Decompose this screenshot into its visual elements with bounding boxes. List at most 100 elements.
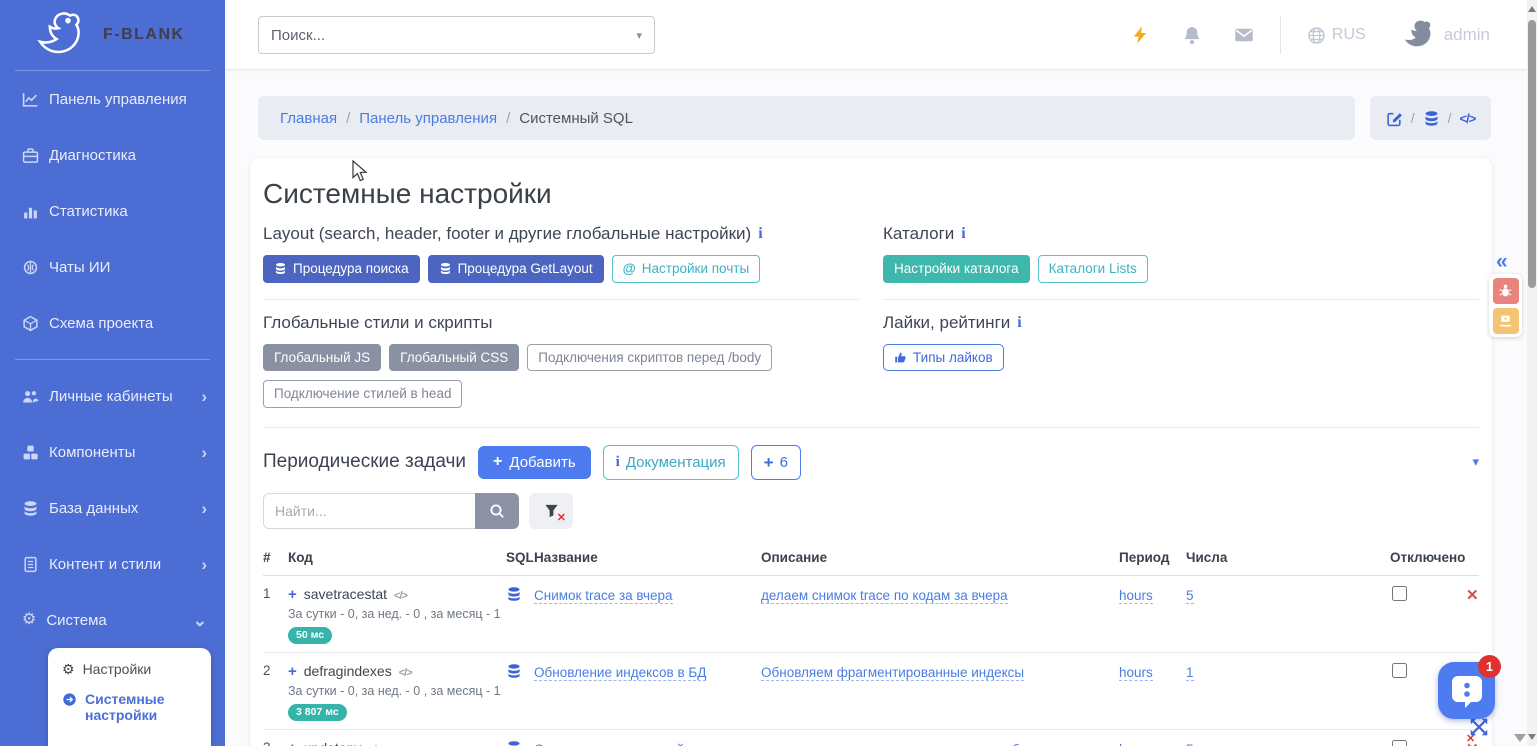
scripts-before-body-button[interactable]: Подключения скриптов перед /body [527,343,773,372]
submenu-item-settings[interactable]: ⚙ Настройки [62,661,197,678]
task-disabled-checkbox[interactable] [1392,585,1407,601]
sidebar-item-system[interactable]: ⚙ Система ⌄ [0,592,225,648]
task-code[interactable]: updatepv [304,740,362,746]
chat-widget-button[interactable]: 1 [1438,655,1501,719]
debug-bug-button[interactable] [1492,277,1519,304]
task-code[interactable]: savetracestat [304,586,387,602]
add-more-button[interactable]: + 6 [750,444,801,480]
row-number: 1 [263,585,271,601]
page-scrollbar[interactable] [1527,0,1537,746]
task-name-link[interactable]: Обновление индексов в БД [534,664,707,681]
global-search-select[interactable]: Поиск... ▾ [258,16,655,54]
sidebar-item-project-schema[interactable]: Схема проекта [0,295,225,351]
breadcrumb-dashboard-link[interactable]: Панель управления [359,110,497,127]
sidebar-item-content-styles[interactable]: Контент и стили › [0,536,225,592]
messages-envelope-icon[interactable] [1234,25,1254,45]
breadcrumb-home-link[interactable]: Главная [280,110,337,127]
col-disabled: Отключено [1390,549,1466,565]
sidebar-item-components[interactable]: Компоненты › [0,424,225,480]
task-desc-link[interactable]: сохраняем посещния pv в отдельную таблиц… [761,741,1089,746]
col-count: Числа [1186,549,1228,565]
language-selector[interactable]: RUS [1307,26,1366,45]
brand-header[interactable]: F-BLANK [0,0,225,70]
briefcase-icon [22,147,39,164]
code-page-icon[interactable]: </> [1459,111,1476,126]
sidebar-item-diagnostics[interactable]: Диагностика [0,127,225,183]
select-caret-icon: ▾ [636,29,642,42]
scrollbar-thumb[interactable] [1528,20,1536,288]
task-name-link[interactable]: Сохранение посещений в as_pv [534,741,735,746]
edit-page-icon[interactable] [1386,110,1403,127]
task-count-link[interactable]: 1 [1186,664,1194,681]
catalogs-section: Каталоги i Настройки каталога Каталоги L… [883,224,1479,408]
user-menu[interactable]: admin [1400,17,1490,53]
info-icon[interactable]: i [758,225,762,243]
catalog-lists-button[interactable]: Каталоги Lists [1037,255,1148,283]
sidebar-item-database[interactable]: База данных › [0,480,225,536]
code-icon[interactable]: </> [399,667,413,679]
clear-filter-button[interactable]: ✕ [529,492,573,529]
table-header: # Код SQL Название Описание Период Числа… [263,544,1479,576]
catalog-settings-button[interactable]: Настройки каталога [883,255,1030,283]
system-submenu: ⚙ Настройки Системные настройки [48,648,211,746]
sidebar-item-statistics[interactable]: Статистика [0,183,225,239]
row-number: 3 [263,740,288,746]
search-procedure-button[interactable]: Процедура поиска [263,255,420,283]
task-period-link[interactable]: hours [1119,664,1153,681]
database-page-icon[interactable] [1423,110,1440,127]
col-num: # [263,549,271,565]
search-icon [489,503,505,519]
tasks-header: Периодические задачи + Добавить i Докуме… [263,444,1479,480]
global-css-button[interactable]: Глобальный CSS [389,343,520,372]
sql-icon[interactable] [506,586,522,602]
styles-in-head-button[interactable]: Подключение стилей в head [263,380,463,408]
task-count-link[interactable]: 5 [1186,741,1194,746]
task-desc-link[interactable]: Обновляем фрагментированные индексы [761,664,1025,681]
info-icon[interactable]: i [961,225,965,243]
notifications-bell-icon[interactable] [1182,25,1202,45]
documentation-button[interactable]: i Документация [602,444,739,480]
sidebar-item-ai-chats[interactable]: Чаты ИИ [0,239,225,295]
task-period-link[interactable]: hours [1119,587,1153,604]
console-laptop-button[interactable] [1492,307,1519,334]
task-count-link[interactable]: 5 [1186,587,1194,604]
delete-task-button[interactable]: ✕ [1466,587,1479,604]
tasks-search-input[interactable] [263,492,475,529]
task-disabled-checkbox[interactable] [1392,662,1407,678]
getlayout-procedure-button[interactable]: Процедура GetLayout [427,255,604,283]
button-label: Документация [625,453,726,471]
sidebar-item-personal-accounts[interactable]: Личные кабинеты › [0,368,225,424]
mail-settings-button[interactable]: @ Настройки почты [611,255,761,283]
task-code[interactable]: defragindexes [304,663,392,679]
sidebar-item-label: Чаты ИИ [49,258,111,276]
close-expand-x-icon: ✕ [1466,733,1476,745]
topbar-divider [1279,16,1281,54]
task-period-link[interactable]: hours [1119,741,1153,746]
task-desc-link[interactable]: делаем снимок trace по кодам за вчера [761,587,1008,604]
add-task-button[interactable]: + Добавить [478,445,591,479]
like-types-button[interactable]: Типы лайков [883,343,1004,372]
sql-icon[interactable] [506,740,522,746]
info-icon[interactable]: i [1017,314,1021,332]
task-disabled-checkbox[interactable] [1392,739,1407,746]
plus-icon[interactable]: + [288,586,297,603]
task-name-link[interactable]: Снимок trace за вчера [534,587,673,604]
scroll-up-arrow[interactable] [1528,6,1536,12]
code-icon[interactable]: </> [394,590,408,602]
scroll-down-arrow[interactable] [1528,734,1536,740]
col-code: Код [288,549,313,565]
sql-icon[interactable] [506,663,522,679]
expand-table-control[interactable]: ✕ [1466,716,1492,745]
collapse-section-caret[interactable]: ▾ [1472,454,1479,470]
global-js-button[interactable]: Глобальный JS [263,343,382,372]
plus-icon[interactable]: + [288,663,297,680]
button-label: Настройки каталога [894,261,1019,276]
task-duration-badge: 3 807 мс [288,703,347,721]
lightning-icon[interactable] [1130,25,1150,45]
collapse-panel-icon[interactable]: « [1496,250,1508,274]
submenu-item-system-settings[interactable]: Системные настройки [62,691,197,723]
plus-icon[interactable]: + [288,740,297,746]
tasks-search-button[interactable] [475,492,519,529]
sidebar-item-dashboard[interactable]: Панель управления [0,71,225,127]
gears-icon: ⚙ [22,611,37,628]
